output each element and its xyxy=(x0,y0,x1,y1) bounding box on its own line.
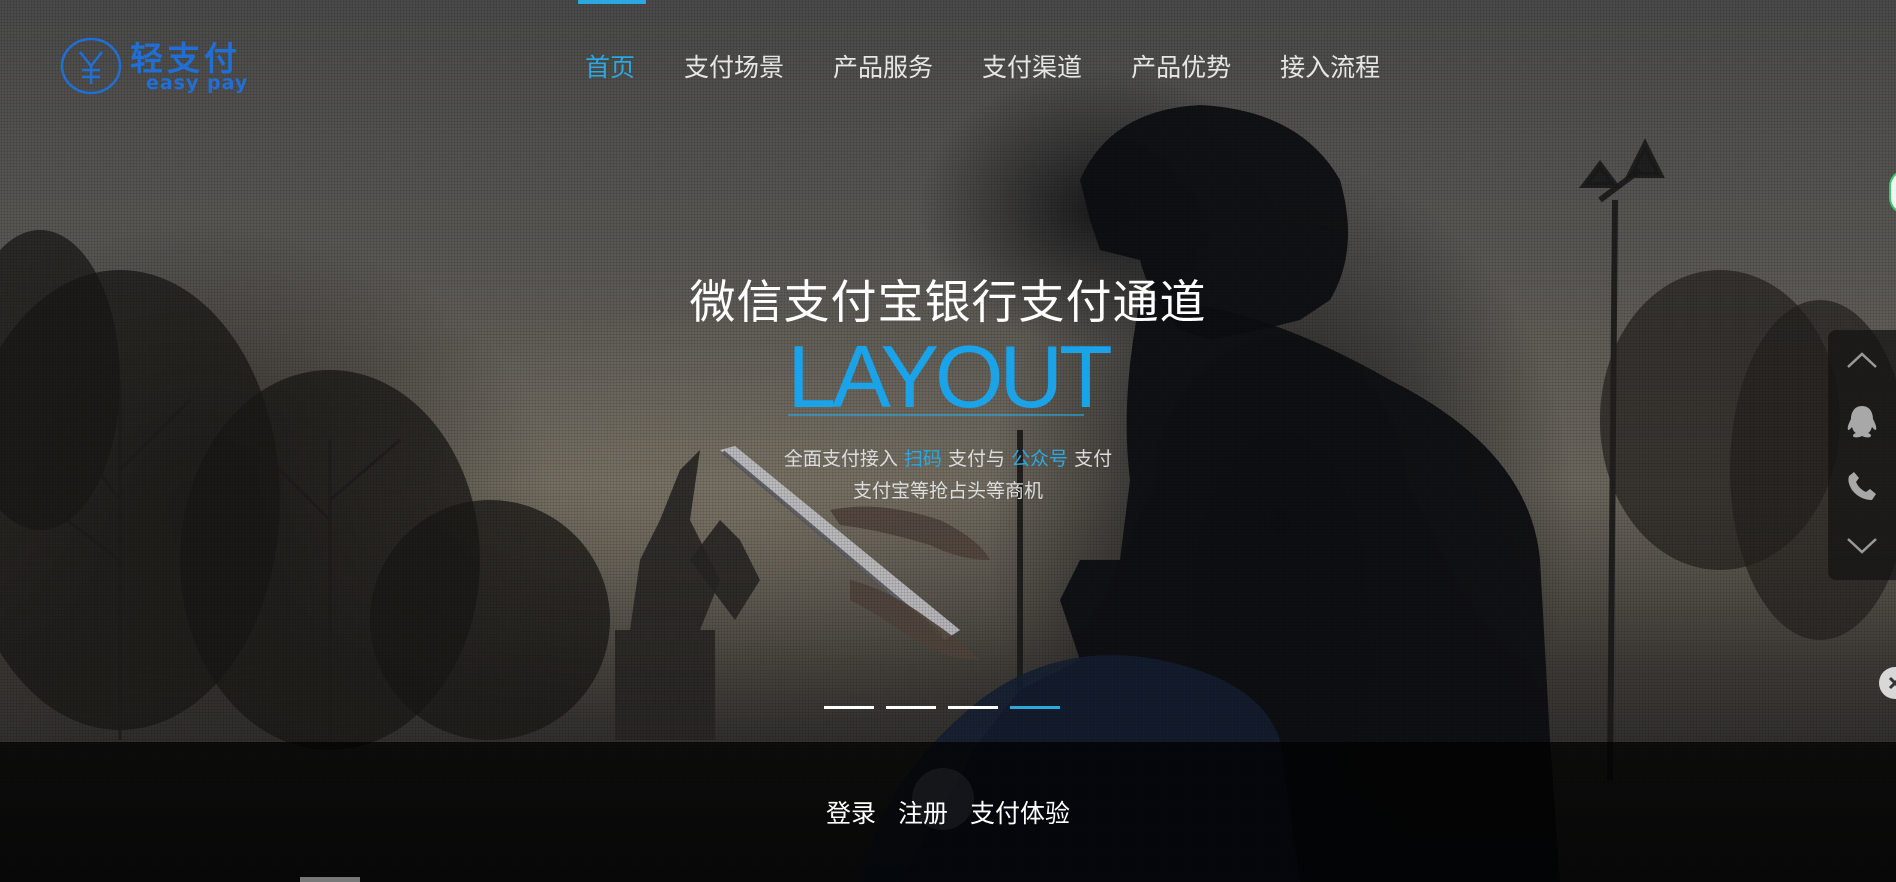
close-icon xyxy=(1888,676,1896,690)
hero-underline xyxy=(788,414,1084,416)
slider-indicator-3[interactable] xyxy=(948,706,998,709)
site-logo[interactable]: 轻支付 easy pay xyxy=(60,36,275,98)
bottom-links: 登录 注册 支付体验 xyxy=(0,794,1896,830)
hero-subtitle-line-2: 支付宝等抢占头等商机 xyxy=(852,480,1043,502)
page: 轻支付 easy pay 首页 支付场景 产品服务 支付渠道 产品优势 接入流程… xyxy=(0,0,1896,882)
hero-subtitle: 全面支付接入 扫码 支付与 公众号 支付 支付宝等抢占头等商机 xyxy=(0,443,1896,507)
hero-sub-text: 支付 xyxy=(1074,448,1113,470)
scroll-down-button[interactable] xyxy=(1828,516,1896,576)
phone-icon xyxy=(1848,472,1876,500)
phone-contact-button[interactable] xyxy=(1828,456,1896,516)
nav-item-payment-scenarios[interactable]: 支付场景 xyxy=(684,48,784,84)
qq-contact-button[interactable] xyxy=(1828,392,1896,452)
slider-indicator-1[interactable] xyxy=(824,706,874,709)
nav-item-product-services[interactable]: 产品服务 xyxy=(833,48,933,84)
nav-item-home[interactable]: 首页 xyxy=(585,48,635,84)
nav-item-integration-process[interactable]: 接入流程 xyxy=(1280,48,1380,84)
chevron-down-icon xyxy=(1847,538,1877,554)
main-nav: 首页 支付场景 产品服务 支付渠道 产品优势 接入流程 xyxy=(585,48,1380,84)
nav-item-payment-channels[interactable]: 支付渠道 xyxy=(982,48,1082,84)
hero-sub-text: 支付与 xyxy=(947,448,1005,470)
qq-icon xyxy=(1847,406,1877,438)
side-floating-panel xyxy=(1828,330,1896,580)
login-link[interactable]: 登录 xyxy=(826,799,876,828)
hero-sub-highlight-official-account: 公众号 xyxy=(1011,448,1069,470)
register-link[interactable]: 注册 xyxy=(898,799,948,828)
hero-sub-text: 全面支付接入 xyxy=(783,448,898,470)
scroll-up-button[interactable] xyxy=(1828,330,1896,390)
hero-subtitle-line-1: 全面支付接入 扫码 支付与 公众号 支付 xyxy=(0,443,1896,475)
slider-indicators xyxy=(824,706,1060,709)
active-nav-indicator xyxy=(578,0,646,4)
hero-sub-highlight-scan: 扫码 xyxy=(903,448,942,470)
nav-item-product-advantages[interactable]: 产品优势 xyxy=(1131,48,1231,84)
hero-big-text: LAYOUT xyxy=(787,327,1113,426)
slider-indicator-4[interactable] xyxy=(1010,706,1060,709)
hero-title: 微信支付宝银行支付通道 xyxy=(689,275,1207,329)
payment-trial-link[interactable]: 支付体验 xyxy=(970,799,1070,828)
slider-indicator-2[interactable] xyxy=(886,706,936,709)
scrollbar-thumb[interactable] xyxy=(300,877,360,882)
logo-brand-en: easy pay xyxy=(146,72,249,94)
chevron-up-icon xyxy=(1847,352,1877,368)
